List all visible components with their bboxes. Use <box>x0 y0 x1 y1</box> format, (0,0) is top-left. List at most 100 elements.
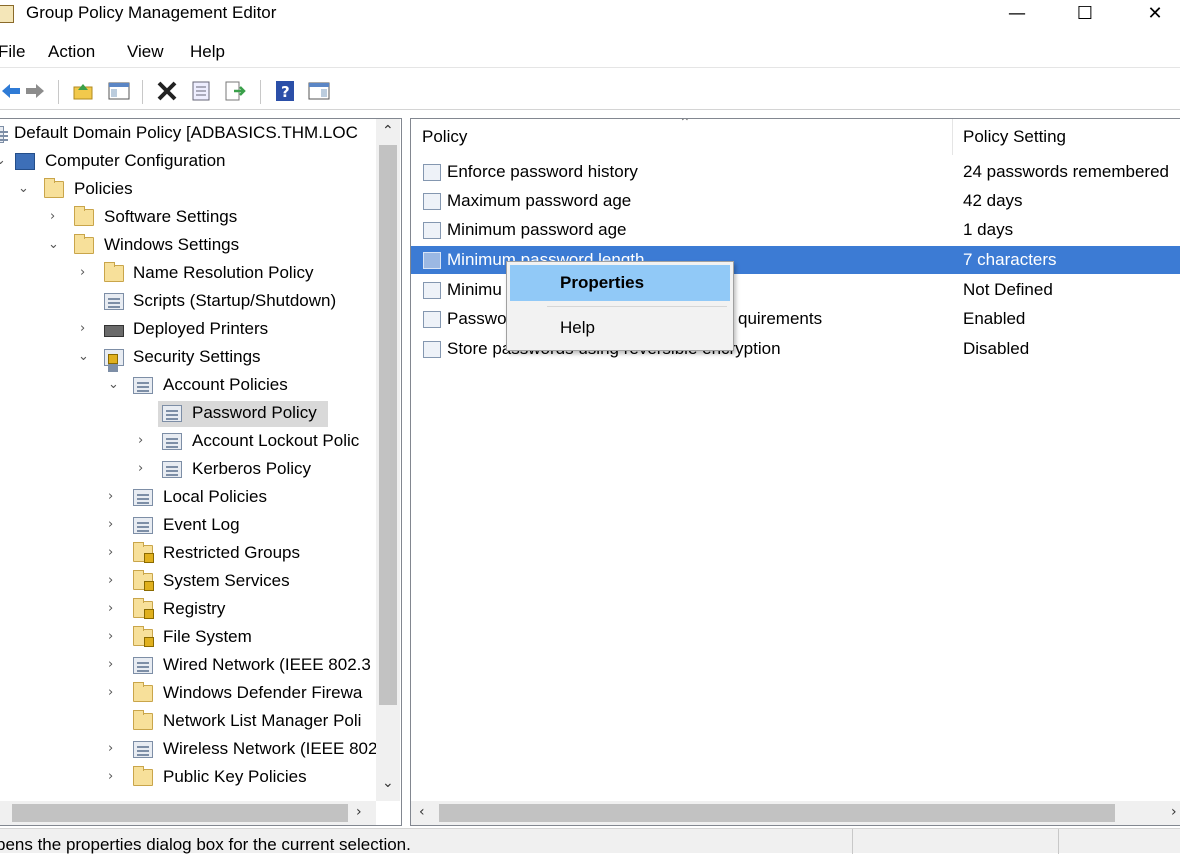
chevron-right-icon[interactable]: › <box>108 741 120 756</box>
scroll-left-arrow-icon[interactable]: ‹ <box>419 804 425 820</box>
list-horizontal-scroll-thumb[interactable] <box>439 804 1115 822</box>
tree-node-label: Registry <box>163 599 226 618</box>
menu-file[interactable]: File <box>0 42 25 62</box>
tree-node-scripts[interactable]: Scripts (Startup/Shutdown) <box>0 289 376 315</box>
tree-node-label: Name Resolution Policy <box>133 263 314 282</box>
policy-value: 1 days <box>963 220 1014 239</box>
policy-value: 24 passwords remembered <box>963 162 1169 181</box>
show-hide-action-pane-icon[interactable] <box>308 80 330 102</box>
tree-node-policies[interactable]: ⌄ Policies <box>0 177 376 203</box>
context-menu-help[interactable]: Help <box>510 310 730 346</box>
chevron-right-icon[interactable]: › <box>108 517 120 532</box>
chevron-right-icon[interactable]: › <box>108 601 120 616</box>
tree-node-label: Security Settings <box>133 347 261 366</box>
scroll-right-arrow-icon[interactable]: › <box>1171 804 1177 820</box>
tree-node-deployed-printers[interactable]: › Deployed Printers <box>0 317 376 343</box>
console-tree[interactable]: Default Domain Policy [ADBASICS.THM.LOC … <box>0 118 402 826</box>
help-icon[interactable]: ? <box>274 80 296 102</box>
computer-icon <box>15 153 35 170</box>
tree-node-label: Computer Configuration <box>45 151 226 170</box>
tree-node-security-settings[interactable]: ⌄ Security Settings <box>0 345 376 371</box>
tree-horizontal-scroll-thumb[interactable] <box>12 804 348 822</box>
chevron-right-icon[interactable]: › <box>108 629 120 644</box>
chevron-right-icon[interactable]: › <box>108 657 120 672</box>
column-header-policy-setting[interactable]: Policy Setting <box>963 127 1066 147</box>
tree-node-kerberos-policy[interactable]: › Kerberos Policy <box>0 457 376 483</box>
menu-help[interactable]: Help <box>190 42 225 62</box>
context-menu-properties[interactable]: Properties <box>510 265 730 301</box>
policy-document-icon <box>133 489 153 506</box>
chevron-right-icon[interactable]: › <box>108 573 120 588</box>
tree-node-system-services[interactable]: › System Services <box>0 569 376 595</box>
tree-node-label: File System <box>163 627 252 646</box>
policy-setting-icon <box>423 193 441 210</box>
chevron-down-icon[interactable]: ⌄ <box>78 349 90 364</box>
tree-node-windows-settings[interactable]: ⌄ Windows Settings <box>0 233 376 259</box>
column-divider[interactable] <box>952 119 953 155</box>
window-title: Group Policy Management Editor <box>26 3 277 22</box>
tree-node-public-key-policies[interactable]: › Public Key Policies <box>0 765 376 791</box>
tree-node-root[interactable]: Default Domain Policy [ADBASICS.THM.LOC <box>0 121 376 147</box>
delete-icon[interactable] <box>156 80 178 102</box>
minimize-button[interactable]: — <box>994 0 1040 30</box>
forward-arrow-icon[interactable] <box>24 80 46 102</box>
tree-node-restricted-groups[interactable]: › Restricted Groups <box>0 541 376 567</box>
menu-action[interactable]: Action <box>48 42 95 62</box>
column-header-policy[interactable]: Policy <box>422 127 467 147</box>
toolbar-separator <box>58 80 59 104</box>
chevron-right-icon[interactable]: › <box>138 433 150 448</box>
tree-node-password-policy[interactable]: Password Policy <box>158 401 328 427</box>
show-hide-tree-icon[interactable] <box>108 80 130 102</box>
chevron-right-icon[interactable]: › <box>108 545 120 560</box>
tree-node-registry[interactable]: › Registry <box>0 597 376 623</box>
close-button[interactable]: ✕ <box>1132 0 1178 30</box>
policy-row[interactable]: Maximum password age 42 days <box>411 187 1180 215</box>
tree-node-label: Wireless Network (IEEE 802 <box>163 739 378 758</box>
chevron-down-icon[interactable]: ⌄ <box>18 181 30 196</box>
back-arrow-icon[interactable] <box>0 80 22 102</box>
tree-node-network-list-manager[interactable]: Network List Manager Poli <box>0 709 376 735</box>
policy-setting-icon <box>423 311 441 328</box>
tree-node-account-policies[interactable]: ⌄ Account Policies <box>0 373 376 399</box>
chevron-right-icon[interactable]: › <box>108 769 120 784</box>
folder-icon <box>74 206 94 226</box>
chevron-right-icon[interactable]: › <box>80 265 92 280</box>
scroll-up-arrow-icon[interactable]: ⌃ <box>382 123 394 139</box>
chevron-down-icon[interactable]: ⌄ <box>48 237 60 252</box>
policy-name: Maximum password age <box>447 191 632 210</box>
chevron-right-icon[interactable]: › <box>108 685 120 700</box>
chevron-down-icon[interactable]: ⌄ <box>0 153 7 168</box>
scroll-down-arrow-icon[interactable]: ⌄ <box>382 775 394 791</box>
maximize-button[interactable]: ☐ <box>1062 0 1108 30</box>
policy-row[interactable]: Minimum password age 1 days <box>411 216 1180 244</box>
chevron-down-icon[interactable]: ⌄ <box>108 377 120 392</box>
tree-node-event-log[interactable]: › Event Log <box>0 513 376 539</box>
tree-vertical-scroll-thumb[interactable] <box>379 145 397 705</box>
export-list-icon[interactable] <box>224 80 246 102</box>
tree-node-wireless-network[interactable]: › Wireless Network (IEEE 802 <box>0 737 378 763</box>
secured-folder-icon <box>133 570 154 591</box>
tree-node-account-lockout-policy[interactable]: › Account Lockout Polic <box>0 429 376 455</box>
chevron-right-icon[interactable]: › <box>80 321 92 336</box>
policy-setting-icon <box>423 222 441 239</box>
tree-node-computer-configuration[interactable]: ⌄ Computer Configuration <box>0 149 376 175</box>
tree-node-file-system[interactable]: › File System <box>0 625 376 651</box>
menu-separator <box>547 306 727 307</box>
chevron-right-icon[interactable]: › <box>138 461 150 476</box>
tree-node-software-settings[interactable]: › Software Settings <box>0 205 376 231</box>
up-folder-icon[interactable] <box>72 80 94 102</box>
tree-node-windows-defender-firewall[interactable]: › Windows Defender Firewa <box>0 681 376 707</box>
status-text: pens the properties dialog box for the c… <box>0 835 411 854</box>
policy-list[interactable]: ⌃ Policy Policy Setting Enforce password… <box>410 118 1180 826</box>
tree-node-local-policies[interactable]: › Local Policies <box>0 485 376 511</box>
tree-node-wired-network[interactable]: › Wired Network (IEEE 802.3 <box>0 653 376 679</box>
menu-bar: File Action View Help <box>0 38 1180 68</box>
policy-row[interactable]: Enforce password history 24 passwords re… <box>411 158 1180 186</box>
chevron-right-icon[interactable]: › <box>108 489 120 504</box>
scroll-right-arrow-icon[interactable]: › <box>356 804 362 820</box>
chevron-right-icon[interactable]: › <box>50 209 62 224</box>
properties-icon[interactable] <box>190 80 212 102</box>
policy-name: Minimum password age <box>447 220 627 239</box>
tree-node-name-resolution-policy[interactable]: › Name Resolution Policy <box>0 261 376 287</box>
menu-view[interactable]: View <box>127 42 164 62</box>
